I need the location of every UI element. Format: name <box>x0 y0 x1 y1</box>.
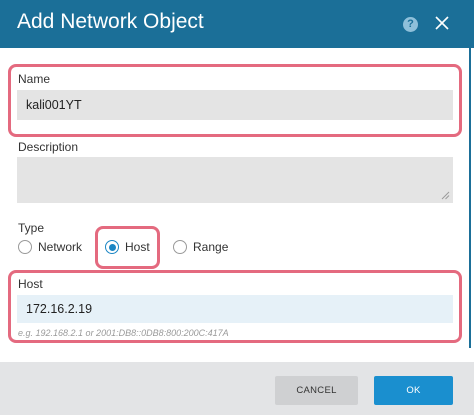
radio-selected-dot <box>108 243 116 251</box>
host-input[interactable] <box>17 295 453 323</box>
host-hint: e.g. 192.168.2.1 or 2001:DB8::0DB8:800:2… <box>18 328 229 338</box>
type-radio-range[interactable]: Range <box>173 240 228 254</box>
type-radio-host[interactable]: Host <box>105 240 150 254</box>
description-textarea[interactable] <box>17 157 453 203</box>
radio-button-host[interactable] <box>105 240 119 254</box>
dialog-title: Add Network Object <box>17 10 204 33</box>
radio-label-network: Network <box>38 240 83 254</box>
type-label: Type <box>18 221 45 235</box>
close-icon[interactable] <box>433 14 451 32</box>
resize-grip-icon[interactable] <box>440 190 450 200</box>
type-radio-network[interactable]: Network <box>18 240 82 254</box>
description-label: Description <box>18 140 79 154</box>
radio-button-range[interactable] <box>173 240 187 254</box>
name-input[interactable] <box>17 90 453 120</box>
dialog-header: Add Network Object ? <box>0 0 474 48</box>
host-label: Host <box>18 277 43 291</box>
add-network-object-dialog: Add Network Object ? Name Description Ty… <box>0 0 474 415</box>
radio-label-range: Range <box>193 240 229 254</box>
help-icon[interactable]: ? <box>403 17 418 32</box>
radio-button-network[interactable] <box>18 240 32 254</box>
cancel-button[interactable]: CANCEL <box>275 376 358 405</box>
radio-label-host: Host <box>125 240 150 254</box>
name-label: Name <box>18 72 51 86</box>
ok-button[interactable]: OK <box>374 376 453 405</box>
dialog-right-edge <box>469 48 471 348</box>
